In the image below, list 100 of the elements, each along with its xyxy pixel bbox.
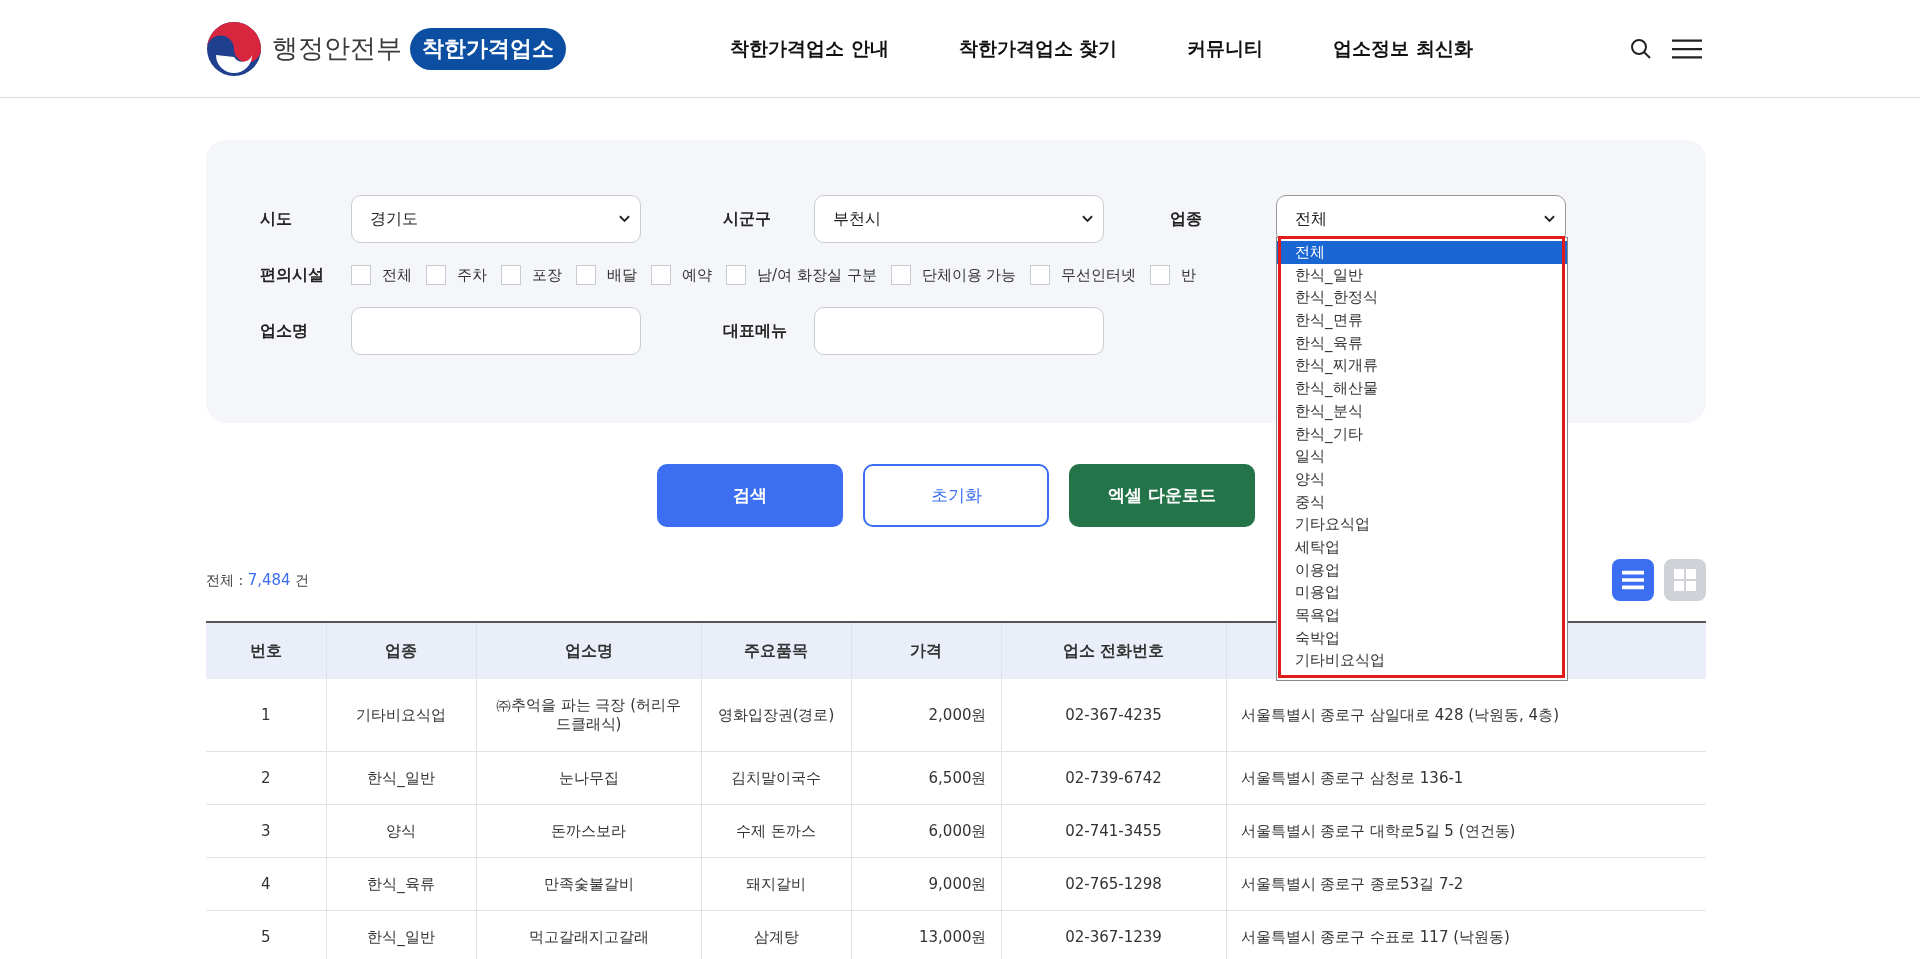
filter-label: 업종 xyxy=(1170,208,1203,230)
dropdown-option[interactable]: 한식_한정식 xyxy=(1277,286,1567,310)
table-cell: 02-739-6742 xyxy=(1065,769,1162,787)
nav-link[interactable]: 업소정보 최신화 xyxy=(1333,35,1473,62)
filter-label: 업소명 xyxy=(260,320,309,342)
dropdown-option[interactable]: 한식_육류 xyxy=(1277,331,1567,355)
table-cell: 서울특별시 종로구 종로53길 7-2 xyxy=(1240,874,1464,893)
table-cell: 4 xyxy=(260,875,271,893)
table-cell: 김치말이국수 xyxy=(731,768,821,787)
filter-label: 시군구 xyxy=(723,208,772,230)
input-field[interactable] xyxy=(351,307,641,355)
table-cell: 02-367-1239 xyxy=(1065,928,1162,946)
emblem-icon xyxy=(206,20,262,77)
dropdown-option[interactable]: 미용업 xyxy=(1277,581,1567,604)
grid-icon xyxy=(1674,569,1696,591)
category-select[interactable]: 경기도 xyxy=(351,195,641,243)
list-view-button[interactable] xyxy=(1612,559,1654,601)
dropdown-option[interactable]: 한식_기타 xyxy=(1277,422,1567,446)
filter-label: 시도 xyxy=(260,208,293,230)
dropdown-option[interactable]: 전체 xyxy=(1277,241,1567,264)
column-header: 업소명 xyxy=(564,640,613,660)
checkbox[interactable] xyxy=(576,265,596,285)
table-cell: 서울특별시 종로구 수표로 117 (낙원동) xyxy=(1240,927,1510,946)
checkbox[interactable] xyxy=(890,265,911,285)
checkbox[interactable] xyxy=(1150,265,1171,285)
filter-label: 대표메뉴 xyxy=(723,320,788,342)
checkbox-label: 전체 xyxy=(382,265,412,285)
table-cell: 2 xyxy=(260,769,271,787)
table-cell: 수제 돈까스 xyxy=(736,821,816,840)
table-cell: 9,000원 xyxy=(928,874,987,893)
table-cell: 02-367-4235 xyxy=(1065,706,1162,724)
table-cell: 서울특별시 종로구 삼청로 136-1 xyxy=(1240,768,1464,787)
table-cell: 6,500원 xyxy=(928,768,987,787)
dropdown-option[interactable]: 양식 xyxy=(1277,467,1567,491)
search-icon[interactable] xyxy=(1630,37,1652,60)
dropdown-option[interactable]: 기타요식업 xyxy=(1277,513,1567,536)
column-header: 번호 xyxy=(249,640,282,660)
dropdown-option[interactable]: 세탁업 xyxy=(1277,535,1567,559)
checkbox[interactable] xyxy=(351,265,371,285)
table-cell: 삼계탕 xyxy=(753,927,799,946)
table-cell: 02-741-3455 xyxy=(1065,822,1162,840)
column-header: 주요품목 xyxy=(744,640,808,660)
column-header: 가격 xyxy=(910,640,942,660)
table-cell: 서울특별시 종로구 삼일대로 428 (낙원동, 4층) xyxy=(1240,705,1559,724)
table-cell: 한식_일반 xyxy=(367,768,435,787)
checkbox[interactable] xyxy=(726,265,746,285)
action-button[interactable]: 초기화 xyxy=(863,464,1049,527)
dropdown-option[interactable]: 한식_일반 xyxy=(1277,263,1567,287)
table-cell: 기타비요식업 xyxy=(356,705,446,724)
action-button[interactable]: 엑셀 다운로드 xyxy=(1069,464,1255,527)
table-cell: 02-765-1298 xyxy=(1065,875,1162,893)
grid-view-button[interactable] xyxy=(1664,559,1706,601)
table-cell: 눈나무집 xyxy=(558,768,619,788)
checkbox-label: 주차 xyxy=(457,265,487,285)
table-cell: 서울특별시 종로구 대학로5길 5 (연건동) xyxy=(1240,821,1516,840)
chevron-down-icon xyxy=(1544,215,1555,223)
nav-link[interactable]: 착한가격업소 안내 xyxy=(730,35,889,62)
checkbox-label: 단체이용 가능 xyxy=(921,265,1017,285)
category-select[interactable]: 부천시 xyxy=(814,195,1104,243)
checkbox[interactable] xyxy=(426,265,446,285)
checkbox-label: 예약 xyxy=(682,265,712,285)
nav-link[interactable]: 착한가격업소 찾기 xyxy=(958,35,1118,62)
site-badge: 착한가격업소 xyxy=(410,27,566,70)
table-cell: 6,000원 xyxy=(928,821,987,840)
dropdown-option[interactable]: 한식_면류 xyxy=(1277,309,1567,332)
checkbox-label: 배달 xyxy=(607,265,637,285)
table-cell: 한식_일반 xyxy=(367,927,435,946)
dropdown-option[interactable]: 이용업 xyxy=(1277,558,1567,582)
ministry-name: 행정안전부 xyxy=(272,32,402,65)
table-cell: 양식 xyxy=(386,821,416,840)
input-field[interactable] xyxy=(814,307,1104,355)
dropdown-option[interactable]: 숙박업 xyxy=(1277,626,1567,650)
table-cell: 만족숯불갈비 xyxy=(543,874,634,894)
dropdown-option[interactable]: 기타비요식업 xyxy=(1277,649,1567,673)
menu-icon[interactable] xyxy=(1672,37,1702,60)
dropdown-option[interactable]: 한식_해산물 xyxy=(1277,377,1567,400)
list-icon xyxy=(1622,569,1644,591)
checkbox-label: 반 xyxy=(1181,265,1197,285)
column-header: 업소 전화번호 xyxy=(1062,640,1165,660)
dropdown-option[interactable]: 목욕업 xyxy=(1277,604,1567,627)
filter-label: 편의시설 xyxy=(260,264,325,286)
table-cell: 돼지갈비 xyxy=(746,874,806,893)
result-count: 전체 : 7,484 건 xyxy=(206,570,310,590)
table-cell: 3 xyxy=(260,822,271,840)
checkbox-label: 포장 xyxy=(532,265,562,285)
checkbox-label: 무선인터넷 xyxy=(1061,265,1137,285)
checkbox[interactable] xyxy=(651,265,671,285)
dropdown-option[interactable]: 한식_분식 xyxy=(1277,399,1567,423)
table-cell: 먹고갈래지고갈래 xyxy=(528,927,649,947)
dropdown-option[interactable]: 한식_찌개류 xyxy=(1277,354,1567,378)
dropdown-option[interactable]: 일식 xyxy=(1277,445,1567,468)
checkbox[interactable] xyxy=(501,265,521,285)
column-header: 업종 xyxy=(385,640,417,660)
table-cell: 13,000원 xyxy=(919,927,987,946)
table-cell: 한식_육류 xyxy=(367,874,435,893)
action-button[interactable]: 검색 xyxy=(657,464,843,527)
nav-link[interactable]: 커뮤니티 xyxy=(1187,35,1264,62)
checkbox-label: 남/여 화장실 구분 xyxy=(757,265,877,285)
checkbox[interactable] xyxy=(1030,265,1051,285)
dropdown-option[interactable]: 중식 xyxy=(1277,490,1567,514)
